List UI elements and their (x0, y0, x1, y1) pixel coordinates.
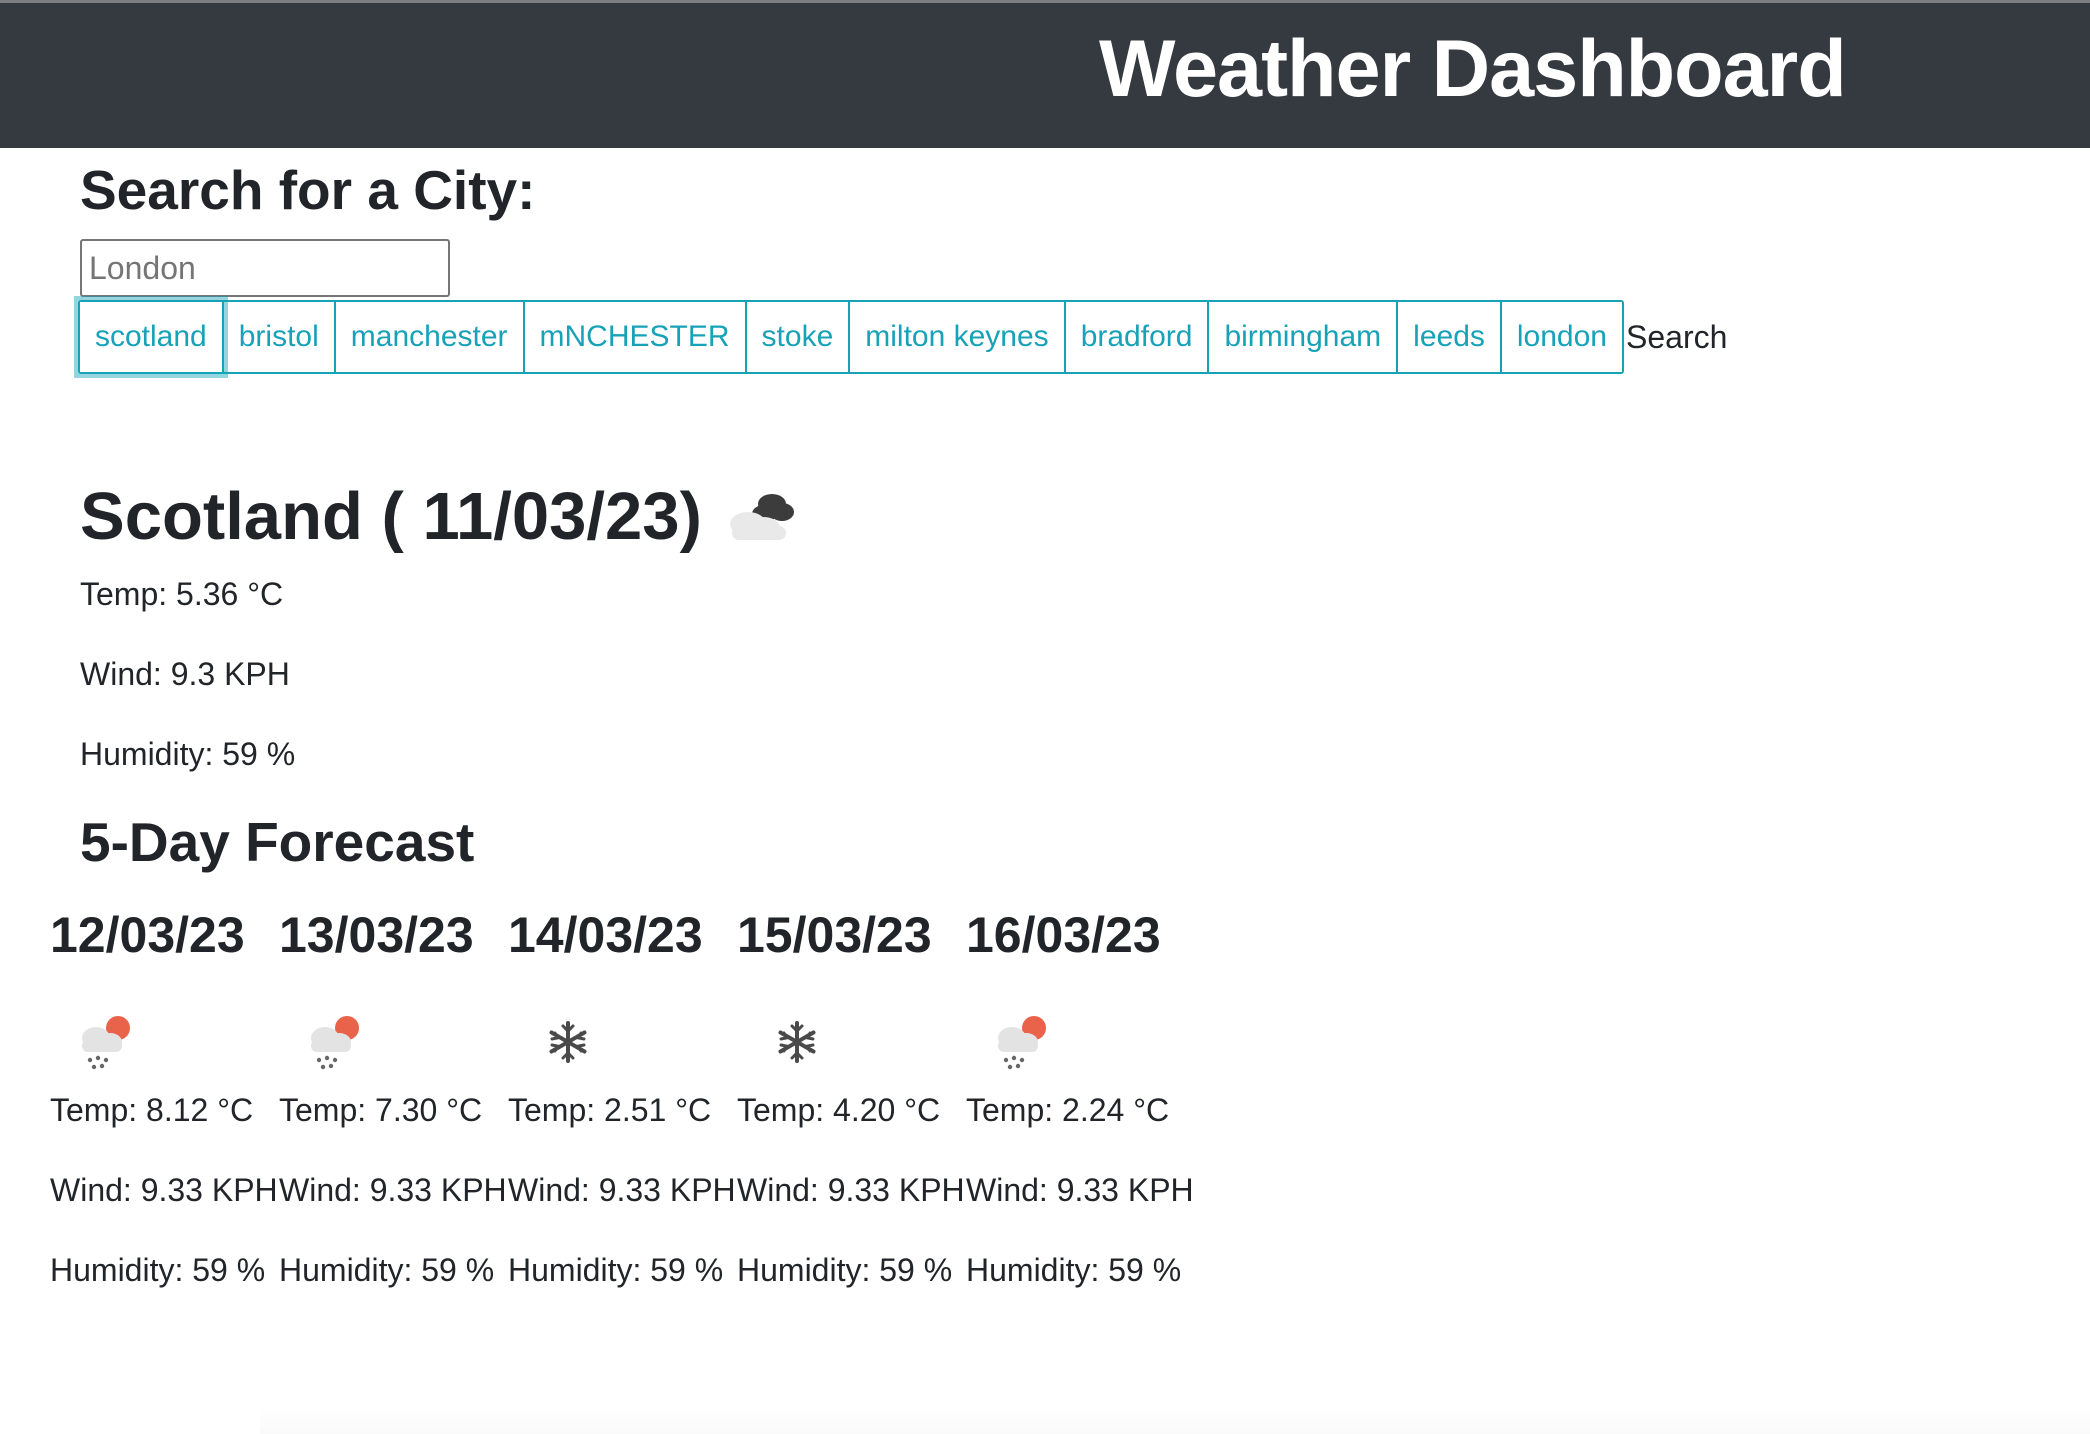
history-button-leeds[interactable]: leeds (1396, 302, 1500, 372)
snowflake-icon (757, 1006, 837, 1076)
forecast-heading: 5-Day Forecast (80, 811, 475, 873)
history-button-bradford[interactable]: bradford (1063, 302, 1208, 372)
forecast-temp: Temp: 7.30 °C (279, 1092, 483, 1128)
history-button-london[interactable]: london (1499, 302, 1622, 372)
current-temp: Temp: 5.36 °C (80, 576, 284, 612)
forecast-humidity: Humidity: 59 % (50, 1252, 266, 1288)
search-history-group: scotland bristol manchester mNCHESTER st… (78, 300, 1624, 374)
history-button-stoke[interactable]: stoke (744, 302, 849, 372)
forecast-humidity: Humidity: 59 % (508, 1252, 724, 1288)
forecast-date: 13/03/23 (279, 907, 474, 963)
sun-rain-icon (299, 1006, 379, 1076)
forecast-date: 14/03/23 (508, 907, 703, 963)
header-bar: Weather Dashboard (0, 3, 2090, 148)
forecast-wind: Wind: 9.33 KPH (737, 1172, 965, 1208)
forecast-humidity: Humidity: 59 % (279, 1252, 495, 1288)
broken-clouds-icon (720, 480, 800, 560)
forecast-temp: Temp: 8.12 °C (50, 1092, 254, 1128)
forecast-humidity: Humidity: 59 % (737, 1252, 953, 1288)
history-button-milton-keynes[interactable]: milton keynes (848, 302, 1064, 372)
current-humidity: Humidity: 59 % (80, 736, 296, 772)
forecast-date: 15/03/23 (737, 907, 932, 963)
sun-rain-icon (70, 1006, 150, 1076)
search-button[interactable]: Search (1612, 300, 1741, 374)
history-button-birmingham[interactable]: birmingham (1207, 302, 1397, 372)
forecast-temp: Temp: 4.20 °C (737, 1092, 941, 1128)
history-button-scotland[interactable]: scotland (80, 302, 222, 372)
city-search-input[interactable] (80, 239, 450, 297)
forecast-temp: Temp: 2.51 °C (508, 1092, 712, 1128)
snowflake-icon (528, 1006, 608, 1076)
forecast-wind: Wind: 9.33 KPH (508, 1172, 736, 1208)
history-button-manchester[interactable]: manchester (333, 302, 523, 372)
forecast-date: 12/03/23 (50, 907, 245, 963)
page-title: Weather Dashboard (1099, 24, 1847, 114)
forecast-date: 16/03/23 (966, 907, 1161, 963)
history-button-bristol[interactable]: bristol (221, 302, 334, 372)
bottom-shadow (260, 1405, 2090, 1434)
forecast-humidity: Humidity: 59 % (966, 1252, 1182, 1288)
search-heading: Search for a City: (80, 159, 536, 221)
current-weather-title: Scotland ( 11/03/23) (80, 472, 800, 560)
forecast-wind: Wind: 9.33 KPH (966, 1172, 1194, 1208)
history-button-mnchester[interactable]: mNCHESTER (522, 302, 745, 372)
sun-rain-icon (986, 1006, 1066, 1076)
current-wind: Wind: 9.3 KPH (80, 656, 290, 692)
forecast-wind: Wind: 9.33 KPH (50, 1172, 278, 1208)
current-city-date: Scotland ( 11/03/23) (80, 478, 702, 554)
forecast-temp: Temp: 2.24 °C (966, 1092, 1170, 1128)
forecast-wind: Wind: 9.33 KPH (279, 1172, 507, 1208)
